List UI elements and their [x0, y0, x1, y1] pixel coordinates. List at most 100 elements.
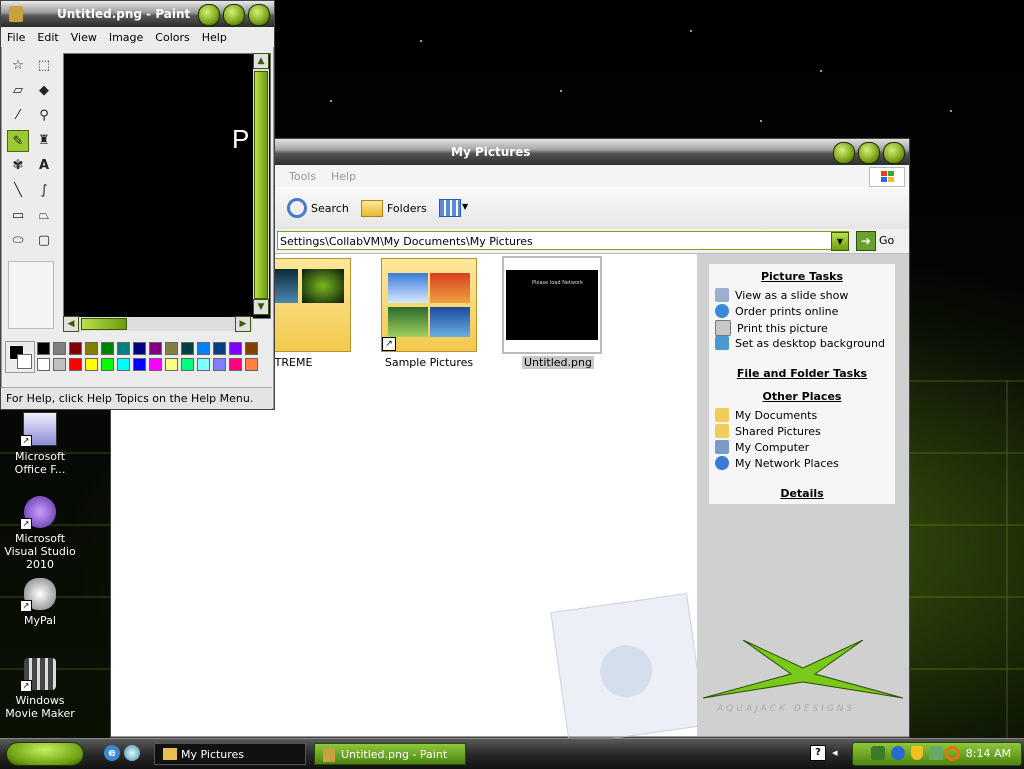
palette-color[interactable]: [69, 342, 82, 355]
desktop-icon-mypal[interactable]: ↗ MyPal: [0, 578, 80, 627]
rect-select-icon[interactable]: ⬚: [33, 55, 55, 77]
color-picker-icon[interactable]: ⁄: [7, 105, 29, 127]
browser-icon[interactable]: [124, 745, 140, 761]
magnifier-icon[interactable]: ⚲: [33, 105, 55, 127]
scroll-right-icon[interactable]: ▶: [235, 316, 251, 332]
desktop-icon-office[interactable]: ↗ Microsoft Office F...: [0, 412, 80, 476]
vertical-scrollbar[interactable]: ▲ ▼: [253, 53, 269, 315]
network-tray-icon[interactable]: [871, 746, 885, 760]
ellipse-icon[interactable]: ⬭: [7, 230, 29, 252]
palette-color[interactable]: [245, 342, 258, 355]
palette-color[interactable]: [117, 342, 130, 355]
palette-color[interactable]: [101, 342, 114, 355]
internet-explorer-icon[interactable]: e: [104, 745, 120, 761]
menu-colors[interactable]: Colors: [149, 31, 195, 44]
tray-icon[interactable]: [929, 746, 943, 760]
palette-color[interactable]: [165, 342, 178, 355]
palette-color[interactable]: [229, 358, 242, 371]
place-shared-pictures[interactable]: Shared Pictures: [715, 424, 821, 438]
palette-color[interactable]: [37, 358, 50, 371]
palette-color[interactable]: [69, 358, 82, 371]
paint-titlebar[interactable]: Untitled.png - Paint: [1, 1, 274, 27]
fill-bucket-icon[interactable]: ◆: [33, 80, 55, 102]
taskbar-item-paint[interactable]: Untitled.png - Paint: [314, 743, 466, 765]
scroll-thumb[interactable]: [254, 71, 268, 299]
address-field[interactable]: Settings\CollabVM\My Documents\My Pictur…: [277, 231, 849, 250]
desktop-icon-movie-maker[interactable]: ↗ Windows Movie Maker: [0, 658, 80, 720]
palette-color[interactable]: [133, 358, 146, 371]
palette-color[interactable]: [245, 358, 258, 371]
palette-color[interactable]: [149, 358, 162, 371]
scroll-down-icon[interactable]: ▼: [253, 299, 269, 315]
go-arrow-icon[interactable]: ➜: [856, 231, 876, 251]
palette-color[interactable]: [117, 358, 130, 371]
menu-view[interactable]: View: [65, 31, 103, 44]
airbrush-icon[interactable]: ✾: [7, 155, 29, 177]
text-tool-icon[interactable]: A: [33, 155, 55, 177]
task-print-picture[interactable]: Print this picture: [715, 320, 828, 336]
curve-icon[interactable]: ∫: [33, 180, 55, 202]
folders-button[interactable]: Folders: [361, 195, 427, 221]
minimize-button[interactable]: [833, 142, 855, 164]
volume-icon[interactable]: ◂: [832, 746, 838, 759]
scroll-thumb[interactable]: [81, 318, 127, 330]
menu-edit[interactable]: Edit: [31, 31, 64, 44]
place-my-computer[interactable]: My Computer: [715, 440, 809, 454]
palette-color[interactable]: [37, 342, 50, 355]
info-tray-icon[interactable]: [891, 746, 905, 760]
palette-color[interactable]: [133, 342, 146, 355]
taskbar-item-my-pictures[interactable]: My Pictures: [154, 743, 306, 765]
palette-color[interactable]: [213, 358, 226, 371]
free-select-icon[interactable]: ☆: [7, 55, 29, 77]
current-colors[interactable]: [5, 341, 35, 373]
palette-color[interactable]: [181, 358, 194, 371]
start-button[interactable]: [6, 742, 84, 766]
other-places-header[interactable]: Other Places: [709, 390, 895, 403]
task-order-prints[interactable]: Order prints online: [715, 304, 838, 318]
desktop-icon-visual-studio[interactable]: ↗ Microsoft Visual Studio 2010: [0, 496, 80, 571]
palette-color[interactable]: [53, 358, 66, 371]
search-button[interactable]: Search: [287, 195, 349, 221]
line-icon[interactable]: ╲: [7, 180, 29, 202]
palette-color[interactable]: [197, 358, 210, 371]
scroll-left-icon[interactable]: ◀: [63, 316, 79, 332]
maximize-button[interactable]: [223, 4, 245, 26]
views-button[interactable]: ▼: [439, 199, 469, 217]
palette-color[interactable]: [213, 342, 226, 355]
address-dropdown-button[interactable]: ▼: [831, 232, 849, 251]
palette-color[interactable]: [181, 342, 194, 355]
polygon-icon[interactable]: ⏢: [33, 205, 55, 227]
rounded-rect-icon[interactable]: ▢: [33, 230, 55, 252]
file-item-sample-pictures[interactable]: ↗ Sample Pictures: [379, 258, 479, 378]
eraser-icon[interactable]: ▱: [7, 80, 29, 102]
menu-tools[interactable]: Tools: [289, 170, 316, 183]
file-item-untitled-png[interactable]: Please load Network Untitled.png: [501, 256, 605, 380]
palette-color[interactable]: [53, 342, 66, 355]
palette-color[interactable]: [229, 342, 242, 355]
tool-options[interactable]: [8, 261, 54, 329]
brush-icon[interactable]: ♜: [33, 130, 55, 152]
rectangle-icon[interactable]: ▭: [7, 205, 29, 227]
palette-color[interactable]: [85, 342, 98, 355]
drawing-canvas[interactable]: P: [63, 53, 271, 319]
details-header[interactable]: Details: [709, 487, 895, 500]
task-view-slideshow[interactable]: View as a slide show: [715, 288, 848, 302]
menu-image[interactable]: Image: [103, 31, 149, 44]
maximize-button[interactable]: [858, 142, 880, 164]
close-button[interactable]: [248, 4, 270, 26]
task-set-background[interactable]: Set as desktop background: [715, 336, 885, 350]
menu-help[interactable]: Help: [331, 170, 356, 183]
shield-icon[interactable]: [911, 746, 923, 760]
horizontal-scrollbar[interactable]: ◀ ▶: [63, 316, 253, 332]
minimize-button[interactable]: [198, 4, 220, 26]
help-icon[interactable]: ?: [810, 745, 826, 761]
pencil-icon[interactable]: ✎: [7, 130, 29, 152]
close-button[interactable]: [883, 142, 905, 164]
palette-color[interactable]: [149, 342, 162, 355]
file-folder-tasks-header[interactable]: File and Folder Tasks: [709, 367, 895, 380]
go-label[interactable]: Go: [879, 234, 894, 247]
menu-help[interactable]: Help: [196, 31, 233, 44]
scroll-up-icon[interactable]: ▲: [253, 53, 269, 69]
place-my-documents[interactable]: My Documents: [715, 408, 817, 422]
place-network[interactable]: My Network Places: [715, 456, 839, 470]
